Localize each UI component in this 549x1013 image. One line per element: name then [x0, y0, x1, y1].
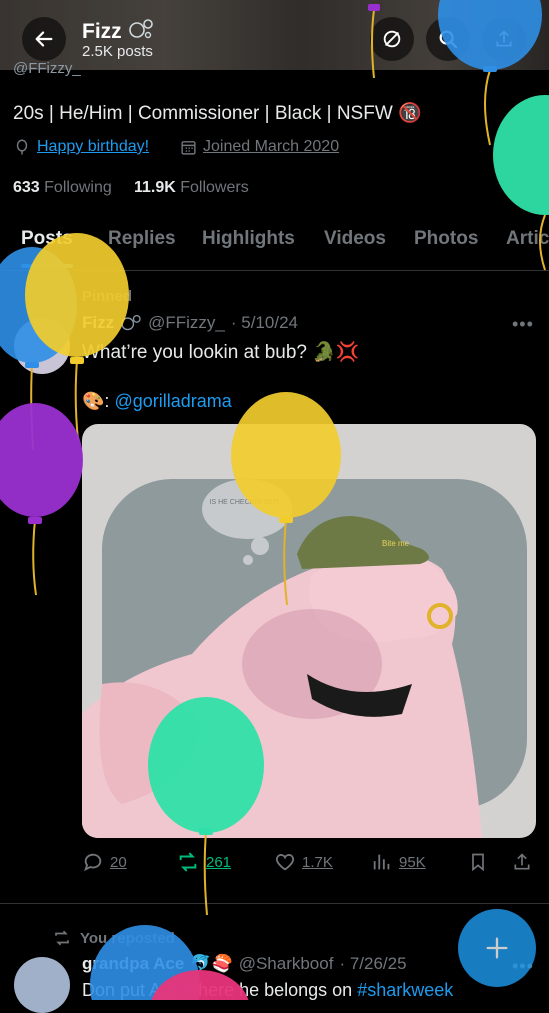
tab-posts[interactable]: Posts: [21, 228, 73, 250]
pinned-label: Pinned: [82, 288, 133, 305]
profile-tabs: Posts Replies Highlights Videos Photos A…: [0, 222, 549, 271]
mute-button[interactable]: [370, 17, 414, 61]
calendar-icon: [181, 140, 196, 155]
post-date[interactable]: · 5/10/24: [231, 313, 298, 333]
share-post-button[interactable]: [512, 851, 532, 873]
like-button[interactable]: 1.7K: [274, 851, 333, 873]
share-icon: [496, 30, 512, 47]
birthday-link[interactable]: Happy birthday!: [37, 138, 149, 156]
bubbles-icon: [121, 314, 141, 331]
compose-button[interactable]: [458, 909, 536, 987]
post-text: What’re you lookin at bub? 🐊💢: [82, 342, 360, 363]
joined-date: Joined March 2020: [203, 138, 340, 155]
post-image[interactable]: IS HE CHECKIN' OUT... Bite me: [82, 424, 536, 838]
repost-icon: [55, 930, 69, 946]
repost-button[interactable]: 261: [176, 851, 231, 873]
profile-bio: 20s | He/Him | Commissioner | Black | NS…: [13, 103, 422, 124]
arrow-left-icon: [35, 31, 53, 47]
artwork-illustration: IS HE CHECKIN' OUT... Bite me: [82, 479, 527, 838]
tab-highlights[interactable]: Highlights: [202, 228, 295, 250]
post-divider: [0, 903, 549, 904]
search-icon: [439, 30, 458, 49]
active-tab-indicator: [21, 264, 73, 268]
tab-replies[interactable]: Replies: [108, 228, 176, 250]
post-header: grandpa Ace 🐬🍣 @Sharkboof · 7/26/25: [82, 954, 407, 974]
following-link[interactable]: 633 Following: [13, 179, 112, 196]
post-text: Don put Ace where he belongs on #sharkwe…: [82, 980, 454, 1000]
bookmark-icon: [472, 853, 484, 872]
bubbles-icon: [128, 19, 153, 39]
follow-stats: 633 Following 11.9K Followers: [13, 179, 249, 197]
hat-text: Bite me: [382, 539, 410, 548]
share-icon: [514, 853, 530, 870]
post-author-handle[interactable]: @FFizzy_: [148, 313, 225, 333]
heart-icon: [275, 854, 295, 871]
followers-link[interactable]: 11.9K Followers: [134, 179, 249, 196]
author-emojis: 🐬🍣: [190, 954, 233, 973]
handle-peek: @FFizzy_: [13, 60, 81, 77]
post-author-name[interactable]: grandpa Ace: [82, 954, 184, 974]
hashtag-link[interactable]: #sharkweek: [357, 980, 453, 1000]
reply-button[interactable]: 20: [82, 851, 127, 873]
tab-videos[interactable]: Videos: [324, 228, 386, 250]
share-button[interactable]: [482, 17, 526, 61]
post-author-handle[interactable]: @Sharkboof: [239, 954, 334, 974]
tab-articles[interactable]: Artic: [506, 228, 549, 250]
views-button[interactable]: 95K: [371, 851, 426, 873]
reply-icon: [84, 853, 102, 872]
profile-header-name: Fizz: [82, 18, 154, 44]
post-author-name[interactable]: Fizz: [82, 313, 114, 333]
balloon-icon: [16, 139, 28, 155]
bell-slash-icon: [383, 30, 401, 48]
search-button[interactable]: [426, 17, 470, 61]
avatar[interactable]: [14, 957, 70, 1013]
repost-icon: [179, 852, 197, 872]
repost-indicator: You reposted: [52, 929, 175, 947]
more-options-icon[interactable]: •••: [512, 314, 534, 335]
avatar[interactable]: [14, 318, 70, 374]
thought-bubble-text: IS HE CHECKIN' OUT...: [210, 499, 285, 506]
bookmark-button[interactable]: [468, 851, 488, 873]
birthday-row: Happy birthday!: [13, 138, 149, 156]
joined-row: Joined March 2020: [180, 138, 339, 156]
post-header: Fizz @FFizzy_ · 5/10/24: [82, 313, 298, 333]
tab-photos[interactable]: Photos: [414, 228, 478, 250]
post-count: 2.5K posts: [82, 43, 153, 60]
plus-icon: [486, 937, 508, 959]
views-icon: [373, 854, 390, 870]
balloon-purple-left: [0, 403, 83, 596]
art-credit: 🎨: @gorilladrama: [82, 391, 232, 411]
back-button[interactable]: [22, 17, 66, 61]
post-date[interactable]: · 7/26/25: [339, 954, 406, 974]
credit-mention[interactable]: @gorilladrama: [114, 391, 231, 411]
